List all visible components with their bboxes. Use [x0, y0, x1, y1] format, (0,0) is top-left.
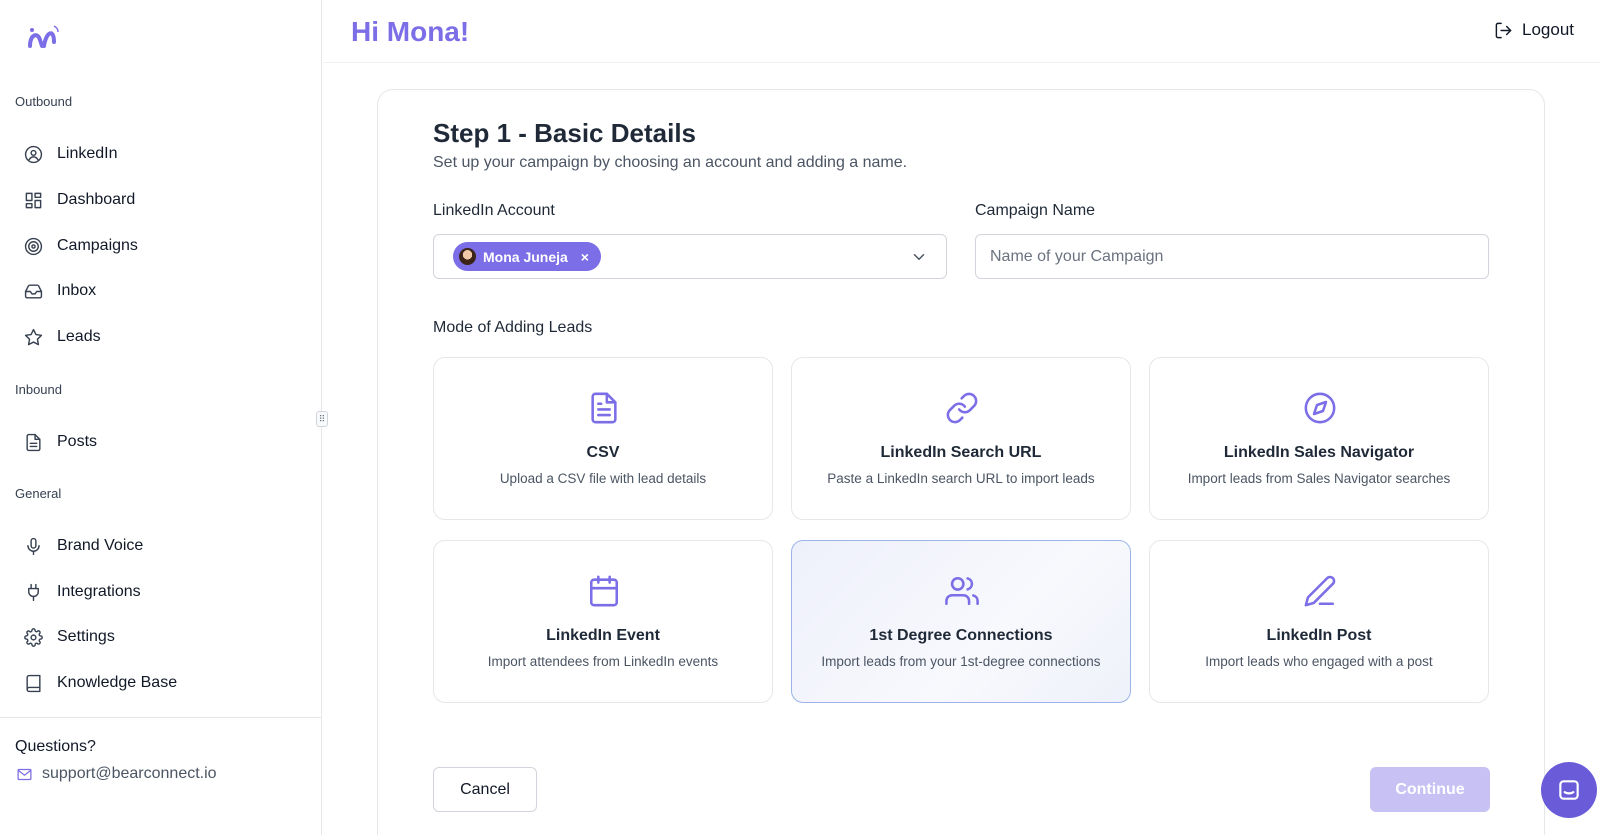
- chat-icon: [1559, 780, 1579, 800]
- campaign-setup-card: Step 1 - Basic Details Set up your campa…: [377, 89, 1545, 835]
- link-icon: [946, 392, 978, 424]
- campaign-name-input[interactable]: [975, 234, 1489, 279]
- page-greeting: Hi Mona!: [351, 16, 470, 47]
- gear-icon: [24, 627, 43, 647]
- sidebar-item-label: Integrations: [57, 583, 141, 600]
- linkedin-account-label: LinkedIn Account: [433, 202, 555, 219]
- remove-account-button[interactable]: ×: [581, 249, 589, 265]
- sidebar-item-label: Knowledge Base: [57, 674, 178, 691]
- logout-button[interactable]: Logout: [1494, 20, 1574, 40]
- star-icon: [24, 328, 43, 345]
- document-icon: [26, 433, 41, 451]
- sidebar-divider: [0, 717, 322, 718]
- sidebar-item-settings[interactable]: Settings: [24, 624, 115, 650]
- mode-label: Mode of Adding Leads: [433, 319, 593, 336]
- sidebar-item-label: Inbox: [57, 282, 97, 299]
- chat-support-button[interactable]: [1541, 762, 1597, 818]
- mode-title: LinkedIn Search URL: [880, 444, 1042, 461]
- chevron-down-icon[interactable]: [910, 248, 928, 266]
- user-circle-icon: [24, 145, 43, 163]
- calendar-icon: [589, 575, 619, 607]
- selected-account-name: Mona Juneja: [483, 248, 568, 265]
- mode-description: Import leads from Sales Navigator search…: [1187, 471, 1451, 486]
- mode-card-linkedin-post[interactable]: LinkedIn Post Import leads who engaged w…: [1149, 540, 1489, 703]
- mail-icon: [17, 768, 32, 780]
- sidebar-item-posts[interactable]: Posts: [24, 429, 97, 455]
- mode-card-linkedin-search-url[interactable]: LinkedIn Search URL Paste a LinkedIn sea…: [791, 357, 1131, 520]
- target-icon: [24, 237, 43, 255]
- support-email: support@bearconnect.io: [42, 765, 217, 782]
- mode-description: Import attendees from LinkedIn events: [487, 654, 719, 669]
- section-label-outbound: Outbound: [15, 94, 73, 109]
- avatar: [459, 248, 476, 265]
- mode-card-csv[interactable]: CSV Upload a CSV file with lead details: [433, 357, 773, 520]
- top-header: Hi Mona! Logout: [323, 0, 1600, 63]
- plug-icon: [28, 583, 39, 601]
- logout-label: Logout: [1522, 20, 1574, 39]
- sidebar-item-label: Dashboard: [57, 191, 136, 208]
- selected-account-chip: Mona Juneja ×: [453, 242, 601, 271]
- mode-description: Paste a LinkedIn search URL to import le…: [827, 471, 1095, 486]
- mode-title: LinkedIn Post: [1266, 627, 1372, 644]
- mode-description: Import leads who engaged with a post: [1205, 654, 1433, 669]
- logout-icon: [1495, 22, 1512, 38]
- sidebar-item-brand-voice[interactable]: Brand Voice: [24, 533, 143, 559]
- sidebar-item-label: LinkedIn: [57, 145, 118, 162]
- mode-title: 1st Degree Connections: [869, 627, 1053, 644]
- sidebar-item-label: Campaigns: [57, 237, 138, 254]
- section-label-general: General: [15, 486, 62, 501]
- sidebar-item-label: Brand Voice: [57, 537, 144, 554]
- support-email-link[interactable]: support@bearconnect.io: [16, 765, 217, 783]
- book-icon: [26, 674, 41, 692]
- users-icon: [945, 576, 979, 606]
- mode-card-1st-degree-connections[interactable]: 1st Degree Connections Import leads from…: [791, 540, 1131, 703]
- sidebar-item-inbox[interactable]: Inbox: [24, 278, 96, 304]
- sidebar-item-label: Settings: [57, 628, 115, 645]
- linkedin-account-select[interactable]: Mona Juneja ×: [433, 234, 947, 279]
- mode-description: Upload a CSV file with lead details: [499, 471, 707, 486]
- sidebar-item-knowledge-base[interactable]: Knowledge Base: [24, 670, 177, 696]
- section-label-inbound: Inbound: [15, 382, 62, 397]
- sidebar-item-label: Leads: [57, 328, 101, 345]
- bearconnect-logo[interactable]: [24, 20, 64, 52]
- step-title: Step 1 - Basic Details: [433, 118, 696, 148]
- dashboard-grid-icon: [25, 192, 42, 208]
- mode-title: CSV: [586, 444, 620, 461]
- microphone-icon: [27, 537, 40, 555]
- sidebar-item-linkedin[interactable]: LinkedIn: [24, 141, 118, 167]
- mode-title: LinkedIn Event: [546, 627, 660, 644]
- mode-title: LinkedIn Sales Navigator: [1223, 444, 1415, 461]
- mode-description: Import leads from your 1st-degree connec…: [821, 654, 1101, 669]
- cancel-button[interactable]: Cancel: [433, 767, 537, 812]
- mode-card-linkedin-event[interactable]: LinkedIn Event Import attendees from Lin…: [433, 540, 773, 703]
- sidebar-item-integrations[interactable]: Integrations: [24, 579, 141, 605]
- campaign-name-label: Campaign Name: [975, 202, 1096, 219]
- step-subtitle: Set up your campaign by choosing an acco…: [433, 154, 908, 171]
- sidebar-item-dashboard[interactable]: Dashboard: [24, 187, 135, 213]
- mode-card-sales-navigator[interactable]: LinkedIn Sales Navigator Import leads fr…: [1149, 357, 1489, 520]
- sidebar-item-campaigns[interactable]: Campaigns: [24, 233, 138, 259]
- sidebar: Outbound LinkedIn Dashboard Campaigns In…: [0, 0, 322, 835]
- sidebar-item-leads[interactable]: Leads: [24, 324, 101, 350]
- compass-icon: [1304, 392, 1336, 424]
- sidebar-resize-handle[interactable]: ⠿: [316, 411, 328, 427]
- sidebar-item-label: Posts: [57, 433, 98, 450]
- pen-icon: [1304, 575, 1336, 607]
- questions-label: Questions?: [15, 738, 96, 755]
- inbox-icon: [24, 283, 43, 299]
- continue-button[interactable]: Continue: [1370, 767, 1490, 812]
- file-text-icon: [591, 392, 617, 424]
